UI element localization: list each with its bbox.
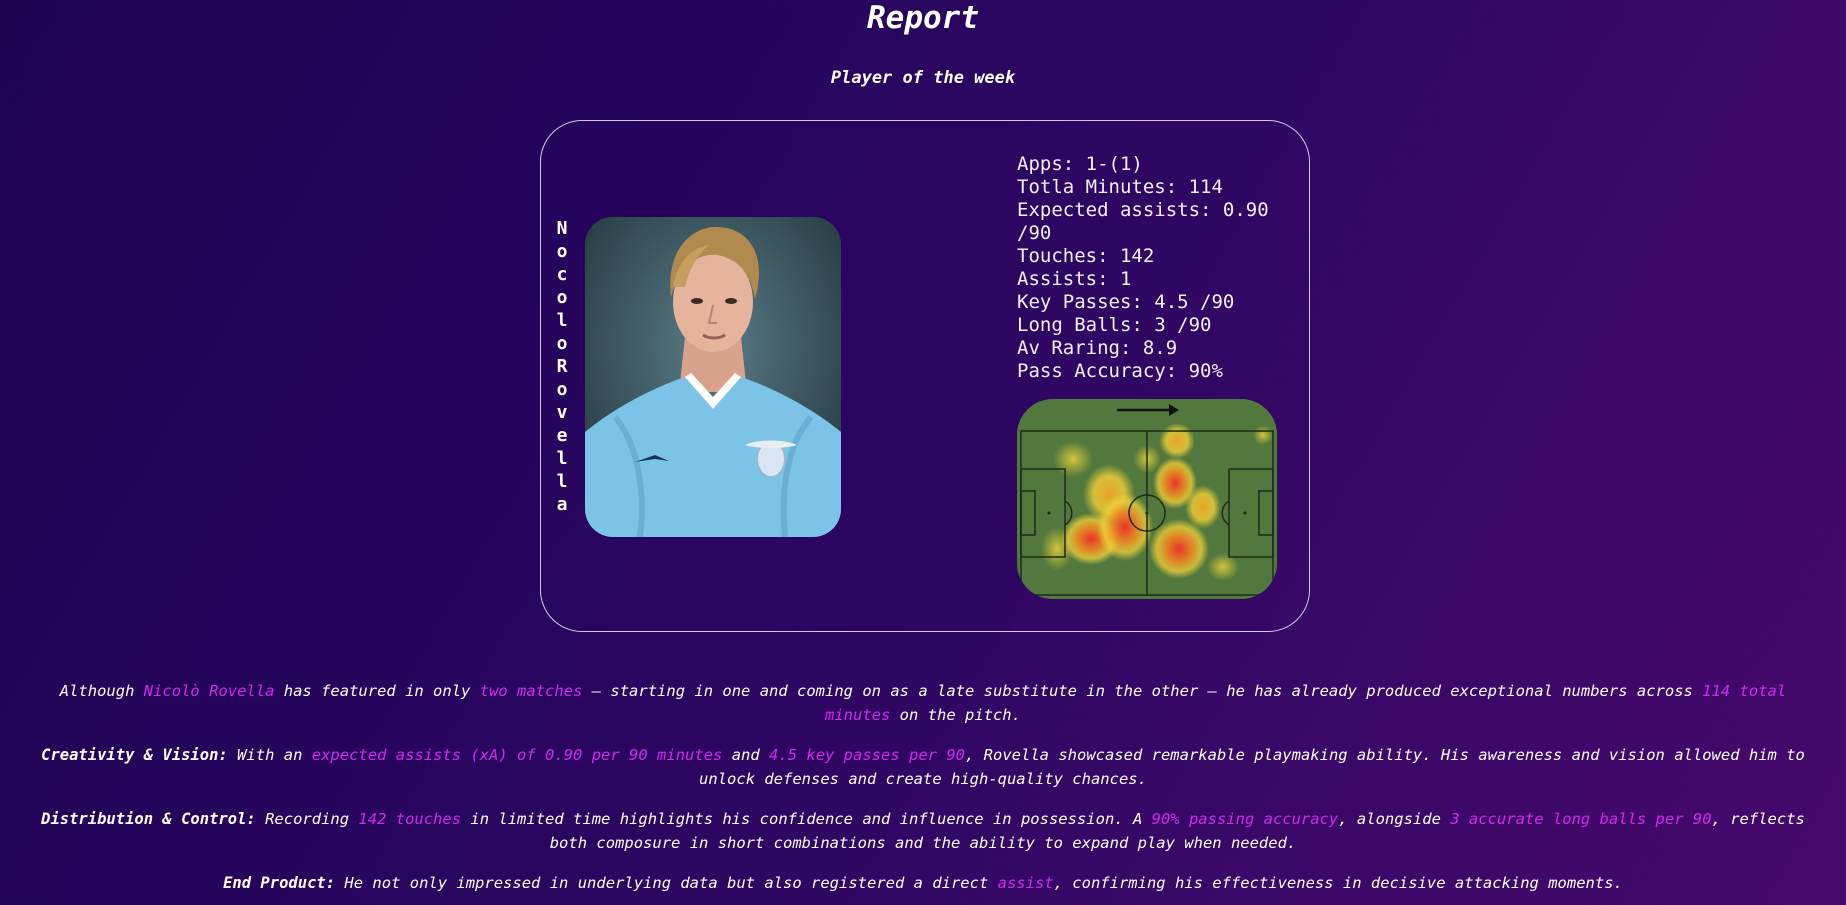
- page-subtitle: Player of the week: [830, 68, 1016, 88]
- stat-touches: Touches: 142: [1017, 245, 1155, 267]
- highlight-xa: expected assists (xA) of 0.90 per 90 min…: [311, 746, 723, 764]
- stat-long-balls: Long Balls: 3 /90: [1017, 314, 1212, 336]
- report-text: has featured in only: [274, 682, 480, 700]
- highlight-player-name: Nicolò Rovella: [143, 682, 275, 700]
- report-text: and: [722, 746, 770, 764]
- stat-key-passes: Key Passes: 4.5 /90: [1017, 291, 1235, 313]
- report-text: , confirming his effectiveness in decisi…: [1053, 874, 1623, 892]
- report-text: in limited time highlights his confidenc…: [461, 810, 1152, 828]
- stat-total-minutes: Totla Minutes: 114: [1017, 176, 1223, 198]
- highlight-key-passes: 4.5 key passes per 90: [769, 746, 965, 764]
- report-text: He not only impressed in underlying data…: [335, 874, 998, 892]
- report-text: , alongside: [1338, 810, 1451, 828]
- section-lead: End Product:: [223, 874, 336, 892]
- highlight-pass-accuracy: 90% passing accuracy: [1151, 810, 1339, 828]
- section-lead: Creativity & Vision:: [41, 746, 228, 764]
- report-text: on the pitch.: [890, 706, 1021, 724]
- stat-expected-assists: Expected assists: 0.90 /90: [1017, 199, 1281, 244]
- page-title: Report: [867, 0, 979, 36]
- report-body: Although Nicolò Rovella has featured in …: [24, 679, 1822, 905]
- report-text: — starting in one and coming on as a lat…: [582, 682, 1703, 700]
- stat-av-rating: Av Raring: 8.9: [1017, 337, 1178, 359]
- report-paragraph-distribution: Distribution & Control: Recording 142 to…: [24, 807, 1822, 855]
- player-photo-illustration: [585, 217, 841, 537]
- section-lead: Distribution & Control:: [41, 810, 256, 828]
- highlight-matches: two matches: [479, 682, 583, 700]
- player-name-vertical: Nocolo Rovella: [556, 218, 579, 515]
- card-border-gap-top: [841, 121, 1041, 125]
- highlight-long-balls: 3 accurate long balls per 90: [1450, 810, 1712, 828]
- card-border-gap-bottom: [541, 627, 1011, 631]
- highlight-assist: assist: [997, 874, 1054, 892]
- player-photo: [585, 217, 841, 537]
- highlight-touches: 142 touches: [358, 810, 462, 828]
- report-text: With an: [227, 746, 312, 764]
- stat-apps: Apps: 1-(1): [1017, 153, 1143, 175]
- heatmap: [1017, 399, 1277, 599]
- player-stats: Apps: 1-(1) Totla Minutes: 114 Expected …: [1017, 153, 1302, 383]
- player-card: Nocolo Rovella Apps: 1-(1) Totla Minutes…: [540, 120, 1310, 632]
- report-text: Although: [59, 682, 144, 700]
- report-text: Recording: [255, 810, 359, 828]
- stat-pass-accuracy: Pass Accuracy: 90%: [1017, 360, 1223, 382]
- stat-assists: Assists: 1: [1017, 268, 1132, 290]
- report-paragraph-end-product: End Product: He not only impressed in un…: [24, 871, 1822, 895]
- heatmap-pitch: [1017, 399, 1277, 599]
- report-paragraph-creativity: Creativity & Vision: With an expected as…: [24, 743, 1822, 791]
- report-paragraph-intro: Although Nicolò Rovella has featured in …: [24, 679, 1822, 727]
